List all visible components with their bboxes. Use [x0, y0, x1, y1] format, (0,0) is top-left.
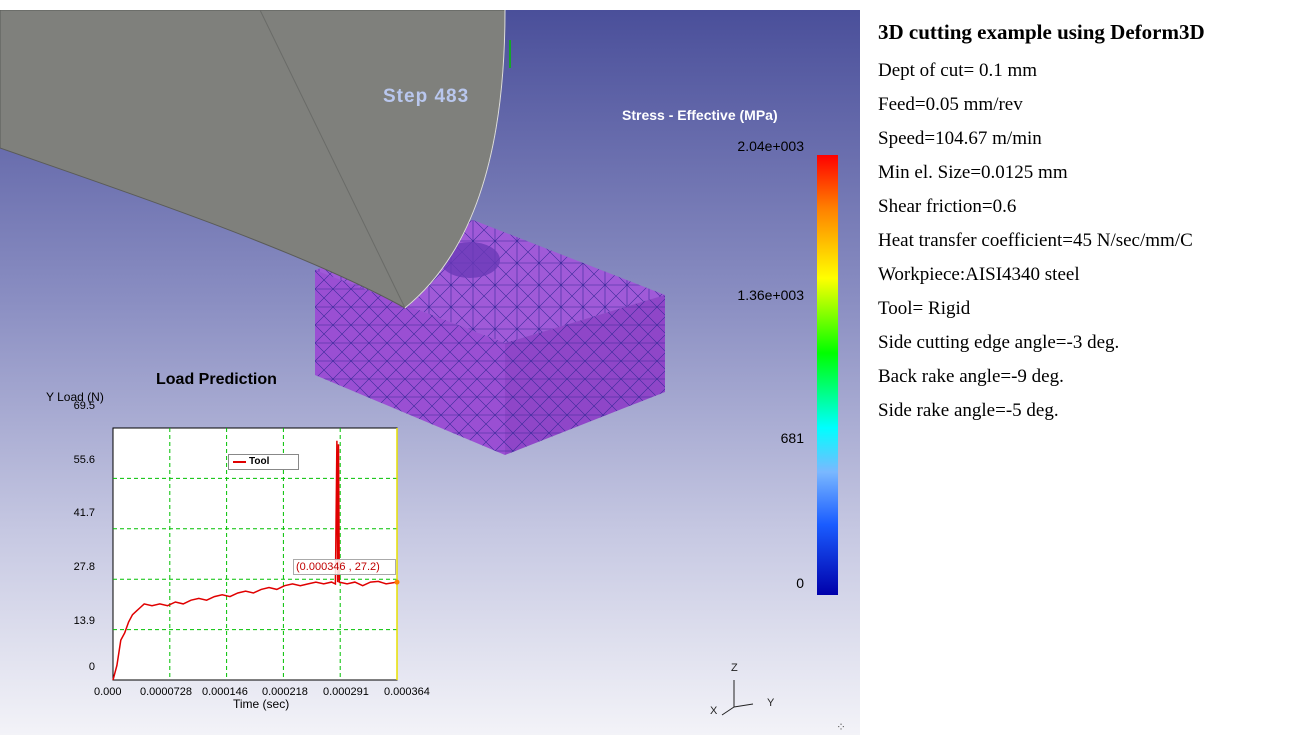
param-min-element-size: Min el. Size=0.0125 mm [878, 162, 1068, 183]
param-feed: Feed=0.05 mm/rev [878, 94, 1023, 115]
resize-grip-icon[interactable]: ⁘ [836, 720, 846, 734]
simulation-parameters: 3D cutting example using Deform3D Dept o… [878, 20, 1308, 433]
param-heat-transfer: Heat transfer coefficient=45 N/sec/mm/C [878, 230, 1193, 251]
load-chart [112, 427, 400, 681]
param-side-rake-angle: Side rake angle=-5 deg. [878, 400, 1059, 421]
chart-current-point [394, 579, 400, 585]
axis-z-label: Z [731, 662, 738, 674]
chart-tooltip: (0.000346 , 27.2) [293, 559, 396, 575]
param-speed: Speed=104.67 m/min [878, 128, 1042, 149]
simulation-viewport[interactable]: Step 483 Stress - Effective (MPa) 2.04e+… [0, 10, 860, 735]
param-shear-friction: Shear friction=0.6 [878, 196, 1017, 217]
axis-x-label: X [710, 705, 718, 717]
param-tool: Tool= Rigid [878, 298, 971, 319]
info-title: 3D cutting example using Deform3D [878, 20, 1205, 44]
param-workpiece: Workpiece:AISI4340 steel [878, 264, 1080, 285]
axis-y-label: Y [767, 697, 775, 709]
chart-legend-tool: Tool [228, 454, 299, 470]
param-back-rake-angle: Back rake angle=-9 deg. [878, 366, 1064, 387]
param-depth-of-cut: Dept of cut= 0.1 mm [878, 60, 1037, 81]
axis-triad [721, 680, 754, 716]
parameter-list: Dept of cut= 0.1 mm Feed=0.05 mm/rev Spe… [878, 59, 1308, 423]
param-side-cutting-edge-angle: Side cutting edge angle=-3 deg. [878, 332, 1120, 353]
